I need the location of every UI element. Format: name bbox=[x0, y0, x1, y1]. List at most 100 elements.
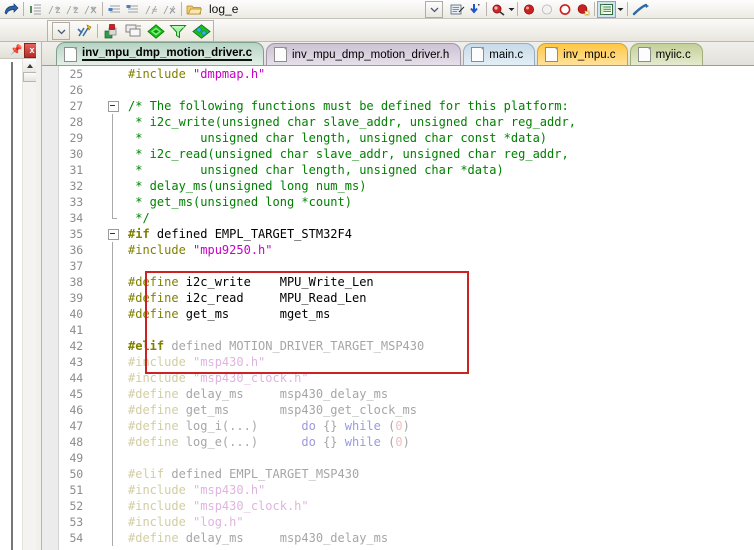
toolbar-separator bbox=[594, 2, 595, 16]
fold-guide-line bbox=[112, 114, 113, 130]
breakpoint-disable-all-icon[interactable] bbox=[574, 1, 592, 18]
line-number: 46 bbox=[69, 403, 84, 417]
code-line[interactable]: 36 #include "mpu9250.h" bbox=[42, 242, 754, 258]
clear-bookmarks-icon[interactable]: // bbox=[160, 1, 178, 18]
scroll-up-arrow-icon[interactable] bbox=[23, 59, 36, 72]
fold-collapse-icon[interactable] bbox=[108, 101, 119, 112]
code-token: ( bbox=[380, 419, 396, 433]
fold-collapse-icon[interactable] bbox=[108, 229, 119, 240]
pin-icon[interactable]: 📌 bbox=[10, 44, 23, 57]
code-line[interactable]: 34 */ bbox=[42, 210, 754, 226]
batch-build-icon[interactable] bbox=[123, 23, 145, 40]
code-line[interactable]: 32 * delay_ms(unsigned long num_ms) bbox=[42, 178, 754, 194]
code-token: #include bbox=[128, 67, 194, 81]
code-text: #define delay_ms msp430_delay_ms bbox=[128, 530, 388, 546]
fold-guide-line bbox=[112, 162, 113, 178]
code-text: #elif defined EMPL_TARGET_MSP430 bbox=[128, 466, 359, 482]
tab-inv-mpu-dmp-motion-driver-c[interactable]: inv_mpu_dmp_motion_driver.c bbox=[56, 42, 264, 65]
code-line[interactable]: 42 #elif defined MOTION_DRIVER_TARGET_MSP… bbox=[42, 338, 754, 354]
project-window-icon[interactable] bbox=[597, 0, 616, 18]
configuration-wizard-icon[interactable] bbox=[630, 1, 652, 18]
code-line[interactable]: 35 #if defined EMPL_TARGET_STM32F4 bbox=[42, 226, 754, 242]
manage-project-icon[interactable] bbox=[167, 23, 189, 40]
breakpoint-disabled-icon[interactable] bbox=[538, 1, 556, 18]
strip-comment-icon[interactable]: /* bbox=[81, 1, 99, 18]
dropdown-chevron-icon[interactable] bbox=[616, 1, 625, 18]
code-line[interactable]: 41 bbox=[42, 322, 754, 338]
tab-inv-mpu-dmp-motion-driver-h[interactable]: inv_mpu_dmp_motion_driver.h bbox=[266, 43, 462, 65]
code-editor-surface[interactable]: 25 #include "dmpmap.h" 26 27 /* The followin… bbox=[42, 65, 754, 550]
code-line[interactable]: 50 #elif defined EMPL_TARGET_MSP430 bbox=[42, 466, 754, 482]
code-token: defined EMPL_TARGET_STM32F4 bbox=[149, 227, 352, 241]
find-icon[interactable] bbox=[489, 1, 507, 18]
code-line[interactable]: 39 #define i2c_read MPU_Read_Len bbox=[42, 290, 754, 306]
pack-installer-icon[interactable] bbox=[189, 23, 213, 40]
breakpoint-insert-icon[interactable] bbox=[520, 1, 538, 18]
line-number: 34 bbox=[69, 211, 84, 225]
open-folder-icon[interactable] bbox=[185, 1, 203, 18]
code-line[interactable]: 27 /* The following functions must be def… bbox=[42, 98, 754, 114]
prev-bookmark-icon[interactable]: // = bbox=[142, 1, 160, 18]
goto-definition-icon[interactable] bbox=[448, 1, 466, 18]
code-line[interactable]: 30 * i2c_read(unsigned char slave_addr, … bbox=[42, 146, 754, 162]
code-token: defined EMPL_TARGET_MSP430 bbox=[164, 467, 360, 481]
toolbar-separator bbox=[181, 2, 182, 16]
tab-main-c[interactable]: main.c bbox=[463, 43, 536, 65]
code-token: * i2c_read(unsigned char slave_addr, uns… bbox=[128, 147, 569, 161]
code-line[interactable]: 29 * unsigned char length, unsigned char… bbox=[42, 130, 754, 146]
code-line[interactable]: 43 #include "msp430.h" bbox=[42, 354, 754, 370]
code-line[interactable]: 37 bbox=[42, 258, 754, 274]
dropdown-chevron-icon[interactable] bbox=[507, 1, 515, 18]
tab-myiic-c[interactable]: myiic.c bbox=[629, 43, 703, 65]
code-token: log_e(...) bbox=[185, 435, 302, 449]
dock-vertical-scrollbar[interactable] bbox=[22, 59, 38, 550]
line-number: 37 bbox=[69, 259, 84, 273]
redo-arrow-icon[interactable] bbox=[2, 1, 20, 18]
code-line[interactable]: 45 #define delay_ms msp430_delay_ms bbox=[42, 386, 754, 402]
code-line[interactable]: 46 #define get_ms msp430_get_clock_ms bbox=[42, 402, 754, 418]
code-line[interactable]: 48 #define log_e(...) do {} while (0) bbox=[42, 434, 754, 450]
code-token: delay_ms msp430_delay_ms bbox=[185, 387, 389, 401]
indent-block-icon[interactable] bbox=[27, 1, 45, 18]
svg-text:z: z bbox=[55, 5, 61, 16]
code-line[interactable]: 44 #include "msp430_clock.h" bbox=[42, 370, 754, 386]
code-line[interactable]: 52 #include "msp430_clock.h" bbox=[42, 498, 754, 514]
code-line[interactable]: 33 * get_ms(unsigned long *count) bbox=[42, 194, 754, 210]
next-bookmark-icon[interactable] bbox=[124, 1, 142, 18]
options-target-icon[interactable] bbox=[145, 23, 167, 40]
uncomment-block-icon[interactable]: /* z bbox=[63, 1, 81, 18]
search-input[interactable]: log_e bbox=[209, 2, 359, 16]
code-token: #include bbox=[128, 499, 194, 513]
code-line[interactable]: 53 #include "log.h" bbox=[42, 514, 754, 530]
find-in-files-icon[interactable] bbox=[466, 1, 484, 18]
insert-bookmark-icon[interactable] bbox=[106, 1, 124, 18]
code-line[interactable]: 28 * i2c_write(unsigned char slave_addr,… bbox=[42, 114, 754, 130]
line-number: 39 bbox=[69, 291, 84, 305]
code-line[interactable]: 54 #define delay_ms msp430_delay_ms bbox=[42, 530, 754, 546]
line-number: 33 bbox=[69, 195, 84, 209]
tab-inv-mpu-c[interactable]: inv_mpu.c bbox=[537, 43, 628, 65]
code-line[interactable]: 38 #define i2c_write MPU_Write_Len bbox=[42, 274, 754, 290]
build-target-icon[interactable] bbox=[74, 23, 94, 40]
comment-block-icon[interactable]: /* z bbox=[45, 1, 63, 18]
code-line[interactable]: 31 * unsigned char length, unsigned char… bbox=[42, 162, 754, 178]
translate-file-icon[interactable] bbox=[101, 23, 123, 40]
dropdown-chevron-icon[interactable] bbox=[52, 22, 70, 40]
code-line[interactable]: 49 bbox=[42, 450, 754, 466]
code-line[interactable]: 40 #define get_ms mget_ms bbox=[42, 306, 754, 322]
code-line[interactable]: 26 bbox=[42, 82, 754, 98]
code-text: /* The following functions must be defin… bbox=[128, 98, 569, 114]
code-token: 0 bbox=[395, 419, 403, 433]
code-text: #define log_i(...) do {} while (0) bbox=[128, 418, 410, 434]
code-text: #include "msp430_clock.h" bbox=[128, 370, 309, 386]
breakpoint-kill-all-icon[interactable] bbox=[556, 1, 574, 18]
svg-text:z: z bbox=[73, 5, 79, 16]
dropdown-chevron-icon[interactable] bbox=[425, 0, 443, 18]
code-line[interactable]: 47 #define log_i(...) do {} while (0) bbox=[42, 418, 754, 434]
code-line[interactable]: 25 #include "dmpmap.h" bbox=[42, 66, 754, 82]
fold-guide-line bbox=[112, 450, 113, 466]
code-token: */ bbox=[128, 211, 150, 225]
line-number: 51 bbox=[69, 483, 84, 497]
line-number: 41 bbox=[69, 323, 84, 337]
code-line[interactable]: 51 #include "msp430.h" bbox=[42, 482, 754, 498]
